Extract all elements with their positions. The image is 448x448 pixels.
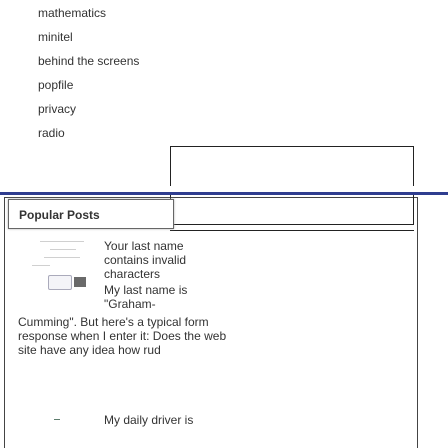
category-label: popfile — [38, 78, 74, 92]
popular-posts-panel: Popular Posts Your last name contains in… — [0, 195, 448, 448]
post-item[interactable]: My daily driver is — [22, 411, 412, 448]
post-thumbnail — [40, 413, 60, 433]
post-intro: Your last name contains invalid characte… — [104, 239, 187, 281]
category-label: mathematics — [38, 6, 107, 20]
post-intro: My daily driver is — [104, 413, 194, 427]
tab-outline — [170, 195, 414, 225]
category-item-radio[interactable]: radio — [22, 120, 422, 148]
post-item[interactable]: Your last name contains invalid characte… — [18, 235, 412, 400]
category-label: radio — [38, 126, 65, 140]
post-excerpt: Cumming". But here's a typical form resp… — [18, 315, 227, 357]
tab-underline — [170, 230, 414, 231]
popular-posts-title: Popular Posts — [8, 199, 174, 229]
tab-outline — [170, 146, 414, 186]
category-label: behind the screens — [38, 54, 140, 68]
category-label: privacy — [38, 102, 77, 116]
post-excerpt-line: My last name is "Graham- — [104, 283, 188, 311]
post-thumbnail — [30, 239, 88, 290]
category-label: minitel — [38, 30, 73, 44]
page: mathematics minitel behind the screens p… — [0, 0, 448, 448]
